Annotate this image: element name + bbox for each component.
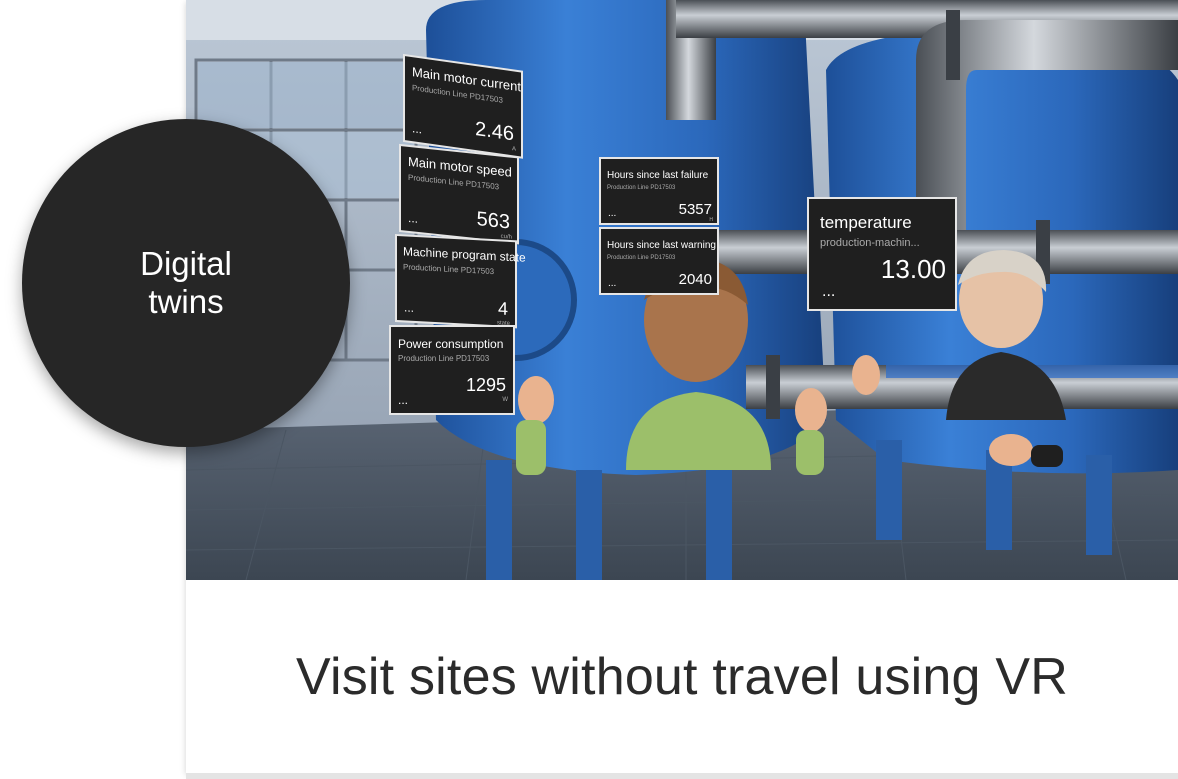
svg-text:A: A: [512, 146, 516, 153]
svg-text:production-machin...: production-machin...: [820, 237, 920, 249]
sensor-panel-program-state: Machine program state Production Line PD…: [395, 233, 526, 329]
svg-text:...: ...: [408, 211, 418, 226]
svg-text:13.00: 13.00: [881, 254, 946, 284]
sensor-panel-failure: Hours since last failure Production Line…: [599, 157, 719, 225]
sensor-panel-current: Main motor current Production Line PD175…: [403, 53, 523, 159]
svg-text:Hours since last warning: Hours since last warning: [607, 240, 716, 251]
feature-card[interactable]: Main motor current Production Line PD175…: [186, 0, 1178, 773]
svg-text:...: ...: [608, 208, 616, 219]
svg-text:2040: 2040: [679, 271, 712, 288]
svg-text:Production Line PD17503: Production Line PD17503: [398, 354, 490, 363]
svg-text:...: ...: [822, 283, 835, 300]
card-bottom-shadow: [186, 773, 1178, 779]
sensor-panel-speed: Main motor speed Production Line PD17503…: [399, 143, 519, 245]
card-caption: Visit sites without travel using VR: [296, 647, 1068, 706]
svg-text:Production Line PD17503: Production Line PD17503: [607, 185, 676, 191]
svg-text:4: 4: [498, 298, 508, 319]
sensor-panel-power: Power consumption Production Line PD1750…: [389, 325, 515, 415]
caption-area: Visit sites without travel using VR: [186, 580, 1178, 773]
digital-twins-badge: Digital twins: [22, 119, 350, 447]
svg-text:H: H: [709, 217, 713, 223]
svg-text:...: ...: [608, 278, 616, 289]
svg-text:Power consumption: Power consumption: [398, 337, 503, 351]
svg-text:563: 563: [477, 208, 510, 233]
svg-text:...: ...: [412, 121, 422, 136]
svg-text:W: W: [502, 397, 508, 403]
svg-text:Hours since last failure: Hours since last failure: [607, 170, 709, 181]
sensor-panel-temperature: temperature production-machin... ... 13.…: [807, 197, 957, 311]
svg-text:Production Line PD17503: Production Line PD17503: [607, 255, 676, 261]
svg-text:1295: 1295: [466, 375, 506, 395]
svg-text:...: ...: [398, 393, 408, 407]
svg-text:5357: 5357: [679, 201, 712, 218]
sensor-panel-warning: Hours since last warning Production Line…: [599, 227, 719, 295]
badge-label: Digital twins: [140, 245, 232, 320]
svg-text:temperature: temperature: [820, 213, 912, 232]
svg-text:...: ...: [404, 300, 414, 315]
